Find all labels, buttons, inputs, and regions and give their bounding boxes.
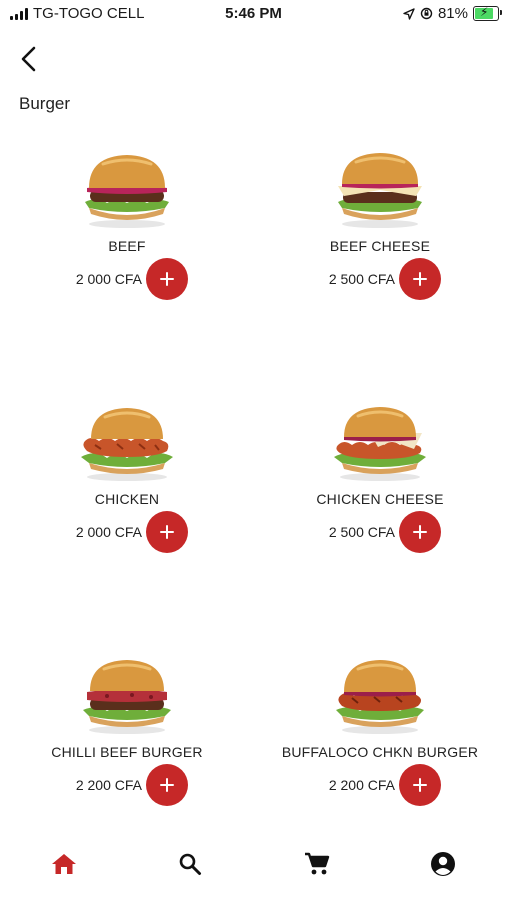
bottom-nav [0,830,507,900]
add-to-cart-button[interactable] [146,511,188,553]
nav-cart[interactable] [297,844,337,884]
product-name: CHICKEN CHEESE [316,491,444,507]
product-price: 2 500 CFA [328,271,395,287]
nav-account[interactable] [423,844,463,884]
plus-icon [160,272,174,286]
plus-icon [160,525,174,539]
chevron-left-icon [21,46,36,72]
price-row: 2 500 CFA [253,511,507,553]
back-button[interactable] [12,42,46,76]
price-row: 2 500 CFA [253,258,507,300]
product-card[interactable]: BUFFALOCO CHKN BURGER 2 200 CFA [253,646,507,846]
product-image [334,407,426,481]
home-icon [52,854,76,874]
product-card[interactable]: CHICKEN 2 000 CFA [0,393,254,593]
product-name: CHILLI BEEF BURGER [51,744,203,760]
product-card[interactable]: CHILLI BEEF BURGER 2 200 CFA [0,646,254,846]
product-image [81,408,173,481]
product-name: BEEF [108,238,146,254]
product-card[interactable]: BEEF CHEESE 2 500 CFA [253,140,507,340]
page-title: Burger [19,94,71,113]
add-to-cart-button[interactable] [399,764,441,806]
product-price: 2 500 CFA [328,524,395,540]
add-to-cart-button[interactable] [399,511,441,553]
location-icon [403,7,415,20]
product-card[interactable]: CHICKEN CHEESE 2 500 CFA [253,393,507,593]
cart-icon [305,852,330,875]
product-name: BEEF CHEESE [329,238,431,254]
product-price: 2 000 CFA [75,271,142,287]
battery-icon: ⚡ [473,5,502,21]
status-right: 81% ⚡ [403,5,502,22]
product-card[interactable]: BEEF 2 000 CFA [0,140,254,340]
plus-icon [413,778,427,792]
product-image [83,660,171,734]
product-name: CHICKEN [94,491,160,507]
account-icon [431,852,455,876]
search-icon [179,853,201,875]
plus-icon [160,778,174,792]
add-to-cart-button[interactable] [399,258,441,300]
nav-home[interactable] [44,844,84,884]
status-bar: TG-TOGO CELL 5:46 PM 81% ⚡ [0,0,507,28]
plus-icon [413,525,427,539]
product-name: BUFFALOCO CHKN BURGER [281,744,479,760]
product-price: 2 000 CFA [75,524,142,540]
product-image [85,155,169,228]
price-row: 2 200 CFA [0,764,254,806]
nav-search[interactable] [170,844,210,884]
product-price: 2 200 CFA [328,777,395,793]
add-to-cart-button[interactable] [146,764,188,806]
plus-icon [413,272,427,286]
battery-percent: 81% [437,5,468,22]
add-to-cart-button[interactable] [146,258,188,300]
product-image [336,660,424,734]
price-row: 2 200 CFA [253,764,507,806]
product-image [338,153,422,228]
price-row: 2 000 CFA [0,258,254,300]
orientation-lock-icon [420,7,433,20]
product-price: 2 200 CFA [75,777,142,793]
price-row: 2 000 CFA [0,511,254,553]
